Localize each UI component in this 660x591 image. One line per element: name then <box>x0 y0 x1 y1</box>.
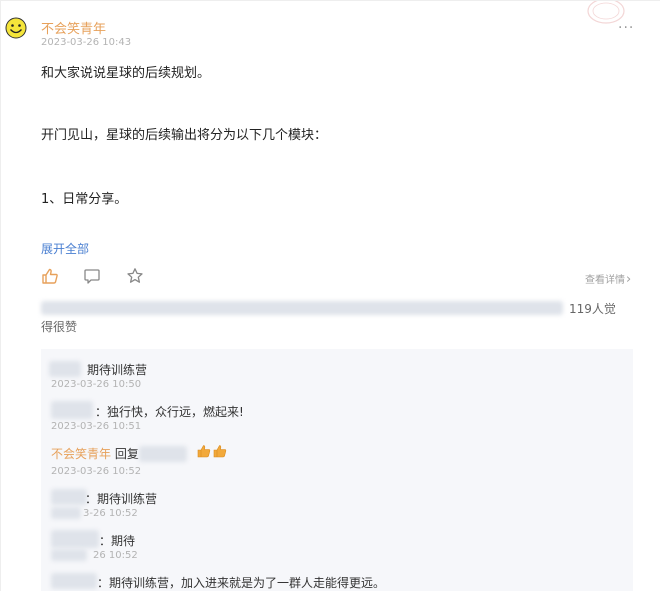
post-timestamp: 2023-03-26 10:43 <box>41 37 132 48</box>
comment-timestamp: 2023-03-26 10:50 <box>51 379 142 390</box>
thumbs-up-icon <box>213 445 227 458</box>
comment-reply: 不会笑青年 回复 <box>51 445 139 462</box>
comment-body: 独行快，众行远，燃起来! <box>107 405 244 419</box>
blurred-timestamp <box>51 507 81 519</box>
blurred-commenter-name <box>51 401 93 419</box>
thumbs-up-icon <box>197 445 211 458</box>
blurred-commenter-name <box>51 489 87 505</box>
comment-text: ：独行快，众行远，燃起来! <box>95 405 244 419</box>
expand-all-link[interactable]: 展开全部 <box>41 240 89 257</box>
like-icon[interactable] <box>41 267 59 285</box>
star-icon[interactable] <box>126 267 144 285</box>
comment-text: ：期待 <box>99 534 136 548</box>
comment-timestamp: 3-26 10:52 <box>83 508 138 519</box>
blurred-timestamp <box>51 549 87 561</box>
reply-emoji <box>195 444 227 459</box>
comment-icon[interactable] <box>83 267 101 285</box>
author-name[interactable]: 不会笑青年 <box>41 18 106 37</box>
post-card: 不会笑青年 2023-03-26 10:43 ··· 和大家说说星球的后续规划。… <box>0 0 660 591</box>
comment-timestamp: 26 10:52 <box>93 550 138 561</box>
comments-section: 期待训练营 2023-03-26 10:50 ：独行快，众行远，燃起来! 202… <box>41 349 633 591</box>
comment-text: 期待训练营 <box>87 363 148 377</box>
view-details-label: 查看详情 <box>585 275 625 286</box>
blurred-commenter-name <box>51 530 99 548</box>
more-options-icon[interactable]: ··· <box>618 20 634 36</box>
comment-timestamp: 2023-03-26 10:51 <box>51 421 142 432</box>
likes-tail: 得很赞 <box>41 320 78 334</box>
likes-count: 119人觉 <box>569 302 616 316</box>
reply-label: 回复 <box>114 447 139 461</box>
view-details-link[interactable]: 查看详情› <box>585 271 631 287</box>
comment-text: ：期待训练营，加入进来就是为了一群人走能得更远。 <box>97 576 386 590</box>
blurred-reply-target <box>139 446 187 462</box>
blurred-liker-names <box>41 301 563 315</box>
blurred-commenter-name <box>51 573 97 589</box>
chevron-right-icon: › <box>626 272 632 287</box>
blurred-commenter-name <box>49 361 81 377</box>
post-content-line: 1、日常分享。 <box>41 192 128 207</box>
comment-timestamp: 2023-03-26 10:52 <box>51 466 142 477</box>
reply-author-name[interactable]: 不会笑青年 <box>51 447 111 461</box>
post-content-line: 和大家说说星球的后续规划。 <box>41 66 211 81</box>
smiley-avatar-icon[interactable] <box>5 17 27 39</box>
post-content-line: 开门见山，星球的后续输出将分为以下几个模块： <box>41 128 328 143</box>
comment-text: ：期待训练营 <box>85 492 158 506</box>
